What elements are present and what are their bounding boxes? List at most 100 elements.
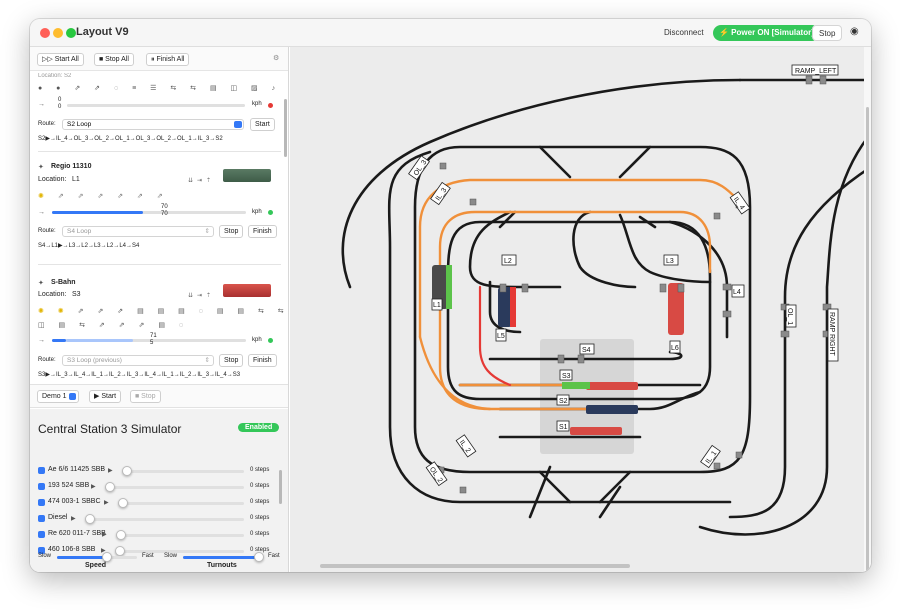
loco2-location: L1 (72, 176, 80, 183)
label-s2: S2 (559, 398, 568, 405)
arrow-right-icon[interactable]: → (38, 337, 45, 344)
simulator-loco-name: Ae 6/6 11425 SBB (48, 466, 106, 473)
power-toggle[interactable]: ⚡ Power ON [Simulator] (713, 25, 820, 41)
checkbox[interactable] (38, 467, 45, 474)
loco1-start-button[interactable]: Start (250, 118, 275, 131)
loco3-function-icons-2[interactable]: ◫ ▤ ⇆ ⇗ ⇗ ⇗ ▤ ◌ (38, 321, 189, 329)
demo-start-button[interactable]: ▶ Start (89, 390, 122, 403)
label-l3: L3 (666, 258, 674, 265)
loco1-route-select[interactable]: S2 Loop (62, 119, 244, 130)
play-icon[interactable]: ▶ (71, 515, 76, 522)
stop-button[interactable]: Stop (812, 25, 843, 41)
loco3-function-icons[interactable]: ✺ ✺ ⇗ ⇗ ⇗ ▤ ▤ ▤ ◌ ▤ ▤ ⇆ ⇆ ⇅ ⇅ (38, 307, 288, 315)
checkbox[interactable] (38, 499, 45, 506)
arrow-right-icon[interactable]: → (38, 209, 45, 216)
close-button[interactable] (40, 28, 50, 38)
slider-knob[interactable] (115, 546, 125, 556)
locomotive-s1[interactable] (570, 427, 622, 435)
canvas-vertical-scrollbar[interactable] (864, 47, 871, 572)
turnouts-title: Turnouts (207, 562, 237, 569)
play-icon[interactable]: ▶ (91, 483, 96, 490)
simulator-steps-slider[interactable] (115, 550, 244, 553)
simulator-loco-row[interactable]: Diesel ▶ 0 steps (30, 512, 280, 526)
play-icon[interactable]: ▶ (104, 499, 109, 506)
loco2-route-select[interactable]: S4 Loop ⇕ (62, 226, 214, 237)
list-scrollbar[interactable] (284, 99, 287, 157)
simulator-loco-row[interactable]: Ae 6/6 11425 SBB ▶ 0 steps (30, 464, 280, 478)
gear-icon[interactable]: ⚙ (273, 54, 279, 62)
zoom-button[interactable] (66, 28, 76, 38)
arrow-right-icon[interactable]: → (38, 101, 45, 108)
simulator-loco-row[interactable]: 474 003-1 SBBC ▶ 0 steps (30, 496, 280, 510)
loco3-stop-button[interactable]: Stop (219, 354, 244, 367)
label-s4: S4 (582, 347, 591, 354)
loco2-function-icons[interactable]: ✺ ⇗ ⇗ ⇗ ⇗ ⇗ ⇗ (38, 192, 169, 200)
label-l5: L5 (497, 333, 505, 340)
turnouts-slider-fill (183, 556, 259, 559)
turnouts-slider-knob[interactable] (254, 552, 264, 562)
loco3-location-label: Location: (38, 291, 67, 298)
speed-slider-knob[interactable] (101, 552, 112, 562)
simulator-status-badge: Enabled (238, 423, 280, 432)
demo-stop-button[interactable]: ■ Stop (130, 390, 161, 403)
window-title: Layout V9 (76, 26, 129, 38)
pin-icon[interactable]: ✦ (38, 279, 44, 287)
pin-icon[interactable]: ✦ (38, 163, 44, 171)
finish-all-button[interactable]: ⏸ Finish All (146, 53, 190, 66)
simulator-loco-row[interactable]: Re 620 011-7 SBB ▶ 0 steps (30, 528, 280, 542)
track-diagram[interactable]: RAMP_LEFT RAMP RIGHT OL_3 OL_1 OL_2 IL_3… (290, 47, 871, 572)
layout-canvas[interactable]: RAMP_LEFT RAMP RIGHT OL_3 OL_1 OL_2 IL_3… (290, 47, 871, 572)
simulator-loco-steps: 0 steps (250, 515, 270, 521)
loco1-speed-b: 0 (58, 104, 62, 110)
slider-knob[interactable] (122, 466, 132, 476)
checkbox[interactable] (38, 531, 45, 538)
start-all-button[interactable]: ▷▷ Start All (37, 53, 84, 66)
slider-knob[interactable] (85, 514, 95, 524)
loco2-stop-button[interactable]: Stop (219, 225, 244, 238)
simulator-steps-slider[interactable] (118, 502, 244, 505)
minimize-button[interactable] (53, 28, 63, 38)
loco3-speed-fill-low (52, 339, 66, 342)
loco1-status-dot (268, 103, 273, 108)
simulator-steps-slider[interactable] (122, 470, 244, 473)
label-ramp-left: RAMP_LEFT (795, 68, 837, 75)
checkbox[interactable] (38, 483, 45, 490)
simulator-steps-slider[interactable] (116, 534, 244, 537)
loco2-action-icons[interactable]: ⇊⇥⇡ (188, 177, 215, 184)
simulator-loco-row[interactable]: 193 524 SBB ▶ 0 steps (30, 480, 280, 494)
loco3-finish-button[interactable]: Finish (248, 354, 277, 367)
play-icon[interactable]: ▶ (102, 531, 107, 538)
locomotive-s3[interactable] (586, 382, 638, 390)
slider-knob[interactable] (116, 530, 126, 540)
scroll-thumb[interactable] (866, 107, 869, 572)
locomotive-s2[interactable] (586, 405, 638, 414)
simulator-loco-name: 474 003-1 SBBC (48, 498, 101, 505)
loco3-action-icons[interactable]: ⇊⇥⇡ (188, 292, 215, 299)
demo-select[interactable]: Demo 1 (37, 390, 79, 403)
locomotive-vertical[interactable] (498, 287, 512, 327)
simulator-title: Central Station 3 Simulator (38, 422, 182, 436)
checkbox[interactable] (38, 515, 45, 522)
block-sensors[interactable] (437, 75, 832, 494)
simulator-loco-steps: 0 steps (250, 499, 270, 505)
simulator-scrollbar[interactable] (279, 470, 282, 504)
label-l6: L6 (671, 345, 679, 352)
slider-knob[interactable] (105, 482, 115, 492)
locomotive-panel: ▷▷ Start All ■ Stop All ⏸ Finish All ⚙ L… (30, 47, 289, 572)
eye-icon[interactable]: ◉ (846, 25, 863, 41)
stop-all-button[interactable]: ■ Stop All (94, 53, 134, 66)
app-window: Layout V9 Disconnect ⚡ Power ON [Simulat… (30, 19, 871, 572)
loco2-route-value: S4 Loop (67, 228, 92, 235)
disconnect-button[interactable]: Disconnect (658, 25, 710, 41)
loco1-unit: kph (252, 101, 262, 107)
simulator-steps-slider[interactable] (105, 486, 244, 489)
loco2-finish-button[interactable]: Finish (248, 225, 277, 238)
slider-knob[interactable] (118, 498, 128, 508)
loco1-speed-slider[interactable] (67, 104, 245, 107)
play-icon[interactable]: ▶ (108, 467, 113, 474)
loco1-function-icons[interactable]: ● ● ⇗ ⇗ ◌ ≡ ☰ ⇆ ⇆ ▤ ◫ ▨ ♪ ⇅ ⇄ ⇅ ≋ (38, 84, 288, 92)
loco-marker (446, 265, 452, 309)
simulator-steps-slider[interactable] (85, 518, 244, 521)
loco3-route-select[interactable]: S3 Loop (previous) ⇕ (62, 355, 214, 366)
canvas-horizontal-scrollbar[interactable] (320, 564, 630, 568)
